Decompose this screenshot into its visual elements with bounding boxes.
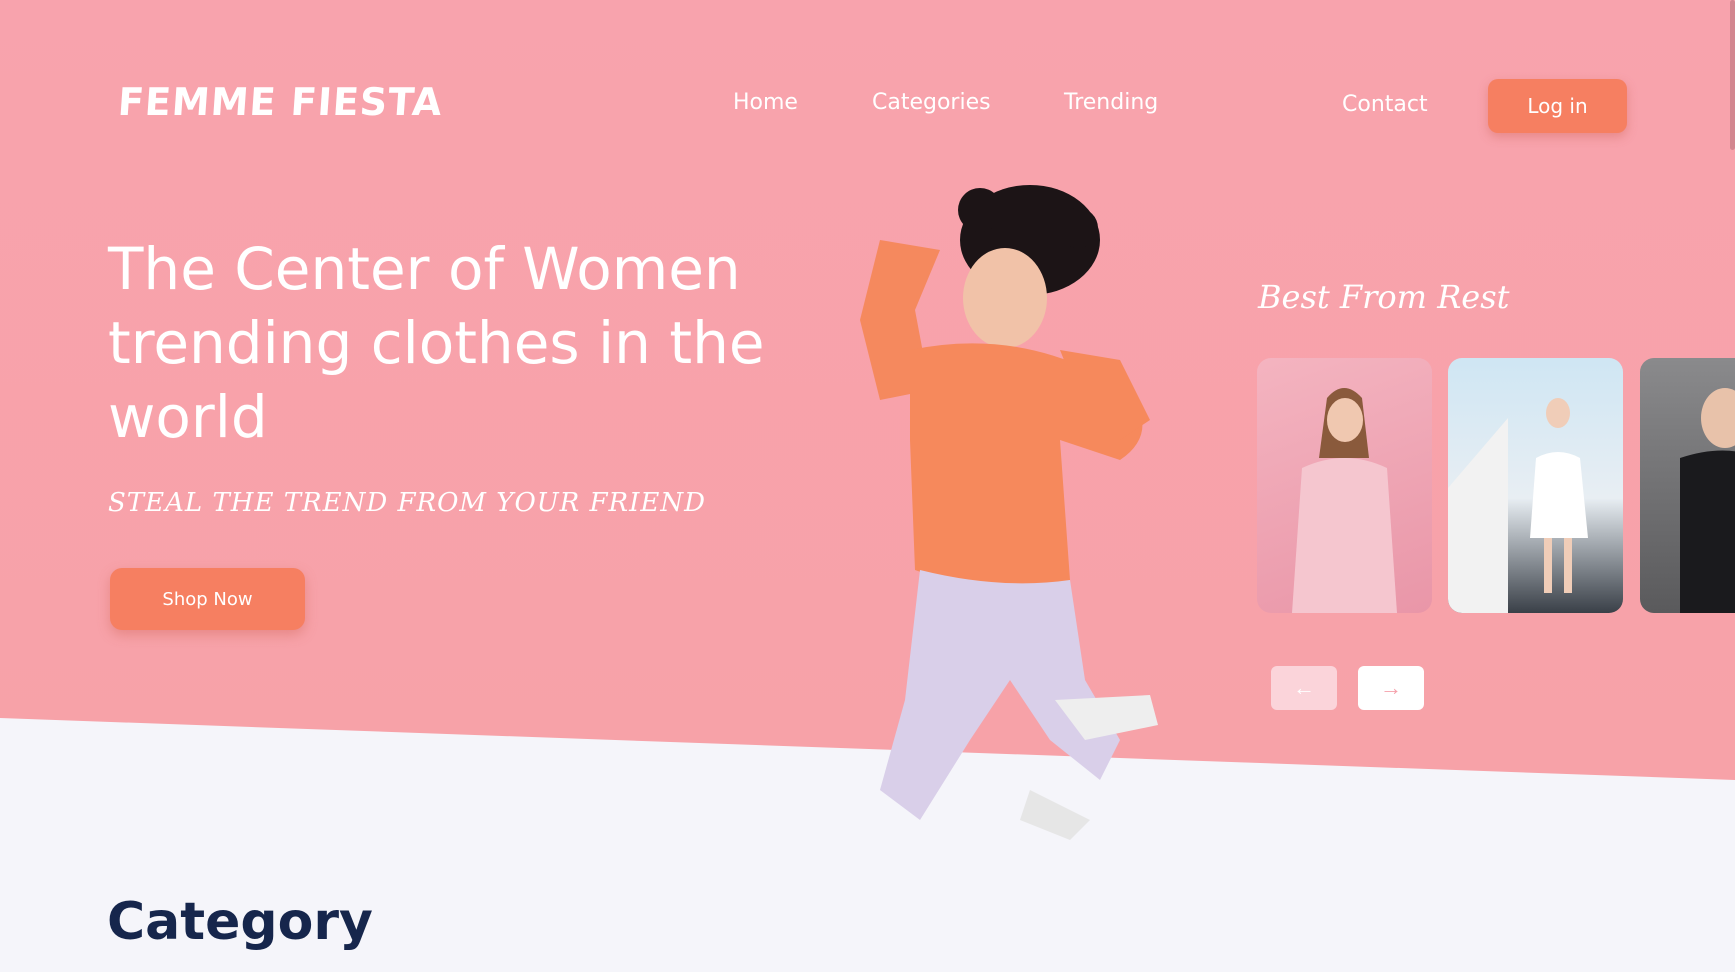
category-section-title: Category (107, 892, 373, 952)
nav-trending[interactable]: Trending (1064, 90, 1158, 115)
product-card[interactable] (1257, 358, 1432, 613)
nav-contact[interactable]: Contact (1342, 92, 1428, 117)
hero-headline: The Center of Women trending clothes in … (108, 235, 765, 451)
carousel-title: Best From Rest (1258, 278, 1510, 316)
scrollbar-thumb[interactable] (1730, 0, 1735, 150)
product-card[interactable] (1640, 358, 1735, 613)
nav-home[interactable]: Home (733, 90, 798, 115)
shop-now-button[interactable]: Shop Now (110, 568, 305, 630)
nav-categories[interactable]: Categories (872, 90, 991, 115)
carousel-next-button[interactable]: → (1358, 666, 1424, 710)
arrow-left-icon: ← (1293, 675, 1315, 700)
model-face (963, 248, 1047, 348)
login-button[interactable]: Log in (1488, 79, 1627, 133)
brand-logo[interactable]: FEMME FIESTA (116, 80, 444, 124)
arrow-right-icon: → (1380, 675, 1402, 700)
product-card[interactable] (1448, 358, 1623, 613)
hero-tagline: STEAL THE TREND FROM YOUR FRIEND (108, 488, 706, 518)
hero-model-image (860, 185, 1158, 840)
model-pants (880, 570, 1120, 820)
carousel-prev-button[interactable]: ← (1271, 666, 1337, 710)
